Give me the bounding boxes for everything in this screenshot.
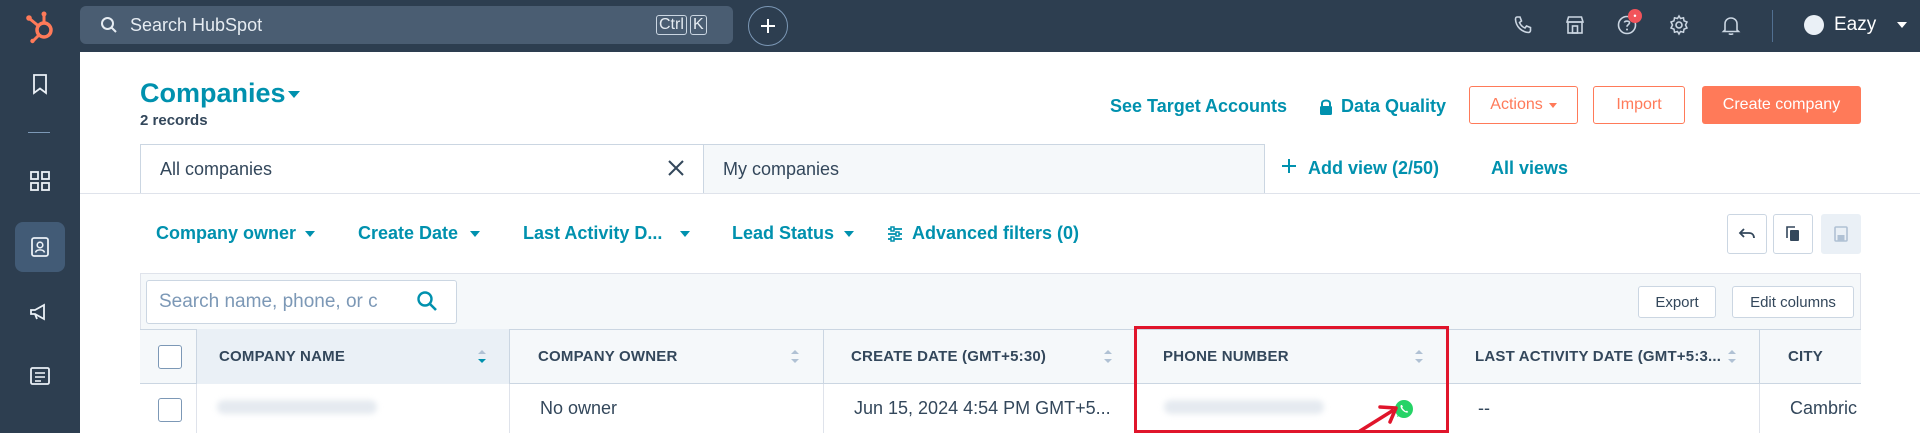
chevron-down-icon	[680, 231, 690, 237]
add-view-button[interactable]: Add view (2/50)	[1308, 158, 1439, 179]
create-new-button[interactable]	[748, 6, 788, 46]
column-header-create-date[interactable]: CREATE DATE (GMT+5:30)	[824, 329, 1136, 384]
save-icon	[1834, 226, 1848, 242]
save-view-button[interactable]	[1821, 214, 1861, 254]
company-owner-cell[interactable]: No owner	[510, 384, 824, 433]
redacted-company-name	[217, 400, 377, 414]
filter-create-date[interactable]: Create Date	[358, 223, 458, 244]
see-target-accounts-button[interactable]: See Target Accounts	[1110, 96, 1287, 117]
chevron-down-icon[interactable]	[288, 91, 300, 98]
column-header-last-activity-date[interactable]: LAST ACTIVITY DATE (GMT+5:3...	[1448, 329, 1760, 384]
lock-icon	[1320, 99, 1332, 115]
record-count: 2 records	[140, 112, 208, 129]
sidebar-divider	[28, 132, 50, 133]
search-icon[interactable]	[416, 290, 438, 312]
column-header-city[interactable]: CITY	[1760, 329, 1861, 384]
topbar-divider	[1772, 10, 1773, 42]
global-search-label: Search HubSpot	[130, 14, 263, 35]
top-navigation-bar: Search HubSpot Ctrl K • Eazy	[0, 0, 1920, 52]
duplicate-view-button[interactable]	[1773, 214, 1813, 254]
undo-button[interactable]	[1727, 214, 1767, 254]
city-value: Cambric	[1790, 398, 1858, 418]
tab-label: All companies	[160, 159, 273, 179]
arrow-annotation	[1358, 405, 1398, 433]
hubspot-logo-icon[interactable]	[24, 10, 58, 44]
advanced-filters-button[interactable]: Advanced filters (0)	[912, 223, 1079, 244]
chevron-down-icon[interactable]	[1897, 22, 1907, 28]
settings-icon[interactable]	[1668, 14, 1690, 36]
create-company-label: Create company	[1722, 96, 1841, 113]
actions-label: Actions	[1490, 96, 1543, 113]
sort-icon[interactable]	[1103, 347, 1113, 367]
tab-my-companies[interactable]: My companies	[703, 144, 1265, 194]
search-icon	[101, 17, 117, 33]
import-button[interactable]: Import	[1593, 86, 1685, 124]
city-cell: Cambric	[1760, 384, 1861, 433]
filter-lead-status[interactable]: Lead Status	[732, 223, 834, 244]
tabs-divider	[80, 193, 1920, 194]
shortcut-ctrl-key: Ctrl	[656, 15, 687, 35]
table-search-input[interactable]	[146, 280, 457, 324]
tab-all-companies[interactable]: All companies	[140, 144, 704, 194]
filter-company-owner[interactable]: Company owner	[156, 223, 296, 244]
left-sidebar	[0, 52, 80, 433]
bookmark-icon[interactable]	[28, 72, 52, 96]
marketplace-icon[interactable]	[1564, 14, 1586, 36]
export-label: Export	[1655, 293, 1699, 311]
column-label: COMPANY NAME	[219, 348, 346, 365]
all-views-button[interactable]: All views	[1491, 158, 1568, 179]
row-checkbox[interactable]	[158, 398, 182, 422]
actions-dropdown-button[interactable]: Actions	[1469, 86, 1578, 124]
contacts-icon[interactable]	[28, 235, 52, 259]
content-icon[interactable]	[28, 364, 52, 388]
undo-icon	[1738, 228, 1755, 239]
last-activity-cell: --	[1448, 384, 1760, 433]
sort-icon[interactable]	[790, 347, 800, 367]
megaphone-icon[interactable]	[28, 300, 52, 324]
close-icon[interactable]	[666, 158, 686, 178]
create-date-value: Jun 15, 2024 4:54 PM GMT+5...	[854, 398, 1111, 418]
filters-icon	[888, 226, 902, 242]
page-title[interactable]: Companies	[140, 78, 286, 109]
column-label: LAST ACTIVITY DATE (GMT+5:3...	[1475, 348, 1722, 365]
create-date-cell: Jun 15, 2024 4:54 PM GMT+5...	[824, 384, 1136, 433]
column-header-company-name[interactable]: COMPANY NAME	[197, 329, 510, 384]
copy-icon	[1786, 226, 1799, 241]
data-quality-button[interactable]: Data Quality	[1341, 96, 1446, 117]
import-label: Import	[1616, 96, 1662, 113]
global-search[interactable]: Search HubSpot Ctrl K	[80, 6, 733, 44]
account-menu[interactable]: Eazy	[1834, 14, 1876, 36]
column-label: COMPANY OWNER	[538, 348, 678, 365]
chevron-down-icon	[844, 231, 854, 237]
grid-icon[interactable]	[28, 169, 52, 193]
last-activity-value: --	[1478, 398, 1490, 418]
column-header-company-owner[interactable]: COMPANY OWNER	[510, 329, 824, 384]
edit-columns-button[interactable]: Edit columns	[1732, 286, 1854, 318]
export-button[interactable]: Export	[1638, 286, 1716, 318]
chevron-down-icon	[305, 231, 315, 237]
sort-descending-icon[interactable]	[477, 347, 487, 367]
avatar[interactable]	[1804, 15, 1824, 35]
tab-label: My companies	[723, 158, 840, 179]
chevron-down-icon	[1548, 102, 1557, 108]
company-name-cell[interactable]	[197, 384, 510, 433]
plus-icon	[1282, 159, 1296, 173]
bell-icon[interactable]	[1720, 14, 1742, 36]
create-company-button[interactable]: Create company	[1702, 86, 1861, 124]
column-label: CITY	[1788, 348, 1823, 365]
help-notification-badge: •	[1628, 9, 1642, 23]
plus-icon	[761, 19, 775, 33]
sort-icon[interactable]	[1727, 347, 1737, 367]
company-owner-value: No owner	[540, 398, 618, 418]
edit-columns-label: Edit columns	[1750, 293, 1836, 311]
column-label: CREATE DATE (GMT+5:30)	[851, 348, 1047, 365]
filter-last-activity-date[interactable]: Last Activity D...	[523, 223, 662, 244]
phone-icon[interactable]	[1512, 14, 1534, 36]
chevron-down-icon	[470, 231, 480, 237]
shortcut-k-key: K	[690, 15, 707, 35]
select-all-checkbox[interactable]	[158, 345, 182, 369]
